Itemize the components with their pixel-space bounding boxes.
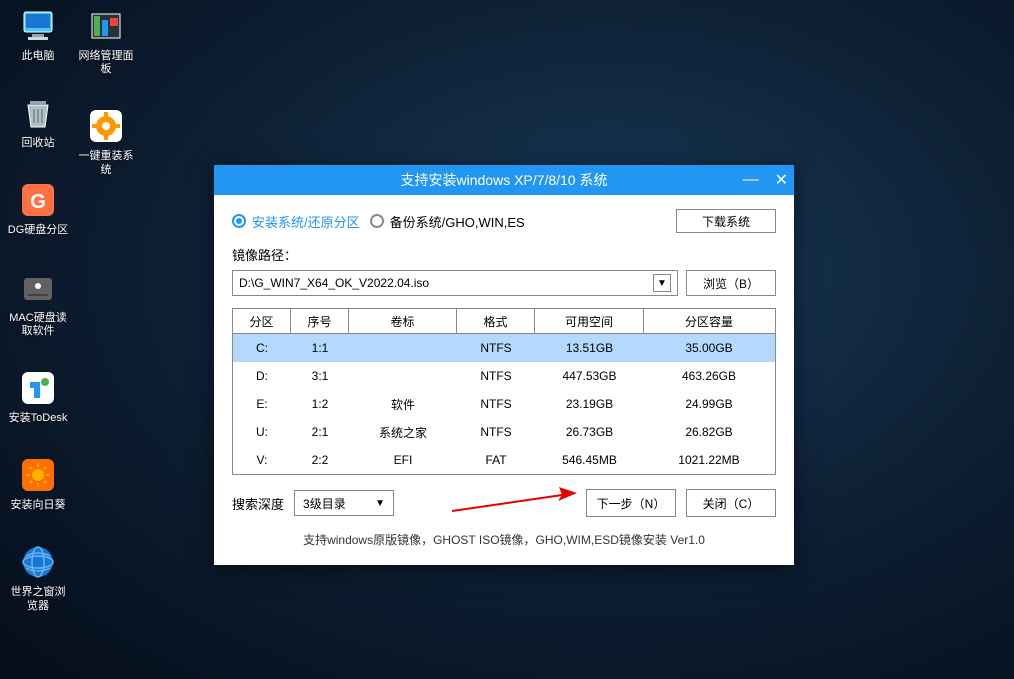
browser-icon [18,542,58,582]
minimize-icon[interactable]: — [743,171,759,189]
mac-disk-icon [18,268,58,308]
icon-label: 世界之窗浏览器 [6,586,70,612]
icon-label: MAC硬盘读取软件 [6,312,70,338]
radio-dot-icon [370,214,384,228]
desktop-icon-diskgenius[interactable]: G DG硬盘分区 [6,180,70,237]
path-dropdown[interactable]: D:\G_WIN7_X64_OK_V2022.04.iso ▼ [232,270,678,296]
titlebar[interactable]: 支持安装windows XP/7/8/10 系统 — ✕ [214,165,794,195]
next-button[interactable]: 下一步（N） [586,489,676,517]
close-button[interactable]: 关闭（C） [686,489,776,517]
th-drive: 分区 [233,309,291,333]
footer-text: 支持windows原版镜像，GHOST ISO镜像，GHO,WIM,ESD镜像安… [232,525,776,548]
th-total: 分区容量 [644,309,774,333]
window-title: 支持安装windows XP/7/8/10 系统 [401,170,608,190]
desktop-icon-browser[interactable]: 世界之窗浏览器 [6,542,70,612]
radio-dot-icon [232,214,246,228]
browse-button[interactable]: 浏览（B） [686,270,776,296]
installer-window: 支持安装windows XP/7/8/10 系统 — ✕ 安装系统/还原分区 备… [214,165,794,565]
desktop-icon-net-panel[interactable]: 网络管理面板 [74,6,138,76]
table-row[interactable]: E:1:2软件NTFS23.19GB24.99GB [233,390,775,418]
net-panel-icon [86,6,126,46]
icon-label: 此电脑 [22,50,55,63]
desktop-icon-recycle-bin[interactable]: 回收站 [6,93,70,150]
th-index: 序号 [291,309,349,333]
radio-backup[interactable]: 备份系统/GHO,WIN,ES [370,212,525,231]
radio-install[interactable]: 安装系统/还原分区 [232,212,360,231]
th-fs: 格式 [457,309,535,333]
partition-table: 分区 序号 卷标 格式 可用空间 分区容量 C:1:1NTFS13.51GB35… [232,308,776,475]
this-pc-icon [18,6,58,46]
th-vol: 卷标 [349,309,457,333]
reinstall-icon [86,106,126,146]
icon-label: DG硬盘分区 [8,224,69,237]
download-button[interactable]: 下载系统 [676,209,776,233]
sunflower-icon [18,455,58,495]
chevron-down-icon[interactable]: ▼ [653,274,671,292]
th-free: 可用空间 [535,309,644,333]
desktop-icon-mac-disk[interactable]: MAC硬盘读取软件 [6,268,70,338]
table-row[interactable]: C:1:1NTFS13.51GB35.00GB [233,334,775,362]
depth-select[interactable]: 3级目录 ▼ [294,490,394,516]
table-row[interactable]: U:2:1系统之家NTFS26.73GB26.82GB [233,418,775,446]
todesk-icon [18,368,58,408]
diskgenius-icon: G [18,180,58,220]
icon-label: 安装向日葵 [11,499,66,512]
desktop-icon-this-pc[interactable]: 此电脑 [6,6,70,63]
icon-label: 一键重装系统 [74,150,138,176]
desktop-icon-sunflower[interactable]: 安装向日葵 [6,455,70,512]
table-row[interactable]: V:2:2EFIFAT546.45MB1021.22MB [233,446,775,474]
chevron-down-icon: ▼ [375,498,385,509]
annotation-arrow-icon [452,487,577,517]
icon-label: 安装ToDesk [9,412,68,425]
svg-text:G: G [30,191,46,213]
table-row[interactable]: D:3:1NTFS447.53GB463.26GB [233,362,775,390]
icon-label: 网络管理面板 [74,50,138,76]
search-depth-label: 搜索深度 [232,494,284,513]
desktop-icon-todesk[interactable]: 安装ToDesk [6,368,70,425]
recycle-bin-icon [18,93,58,133]
icon-label: 回收站 [22,137,55,150]
close-icon[interactable]: ✕ [775,170,788,190]
path-label: 镜像路径： [232,245,776,264]
desktop-icon-reinstall[interactable]: 一键重装系统 [74,106,138,176]
desktop[interactable]: 此电脑回收站 G DG硬盘分区 MAC硬盘读取软件安装ToDesk 安装向日葵世界之窗浏… [0,0,1014,679]
